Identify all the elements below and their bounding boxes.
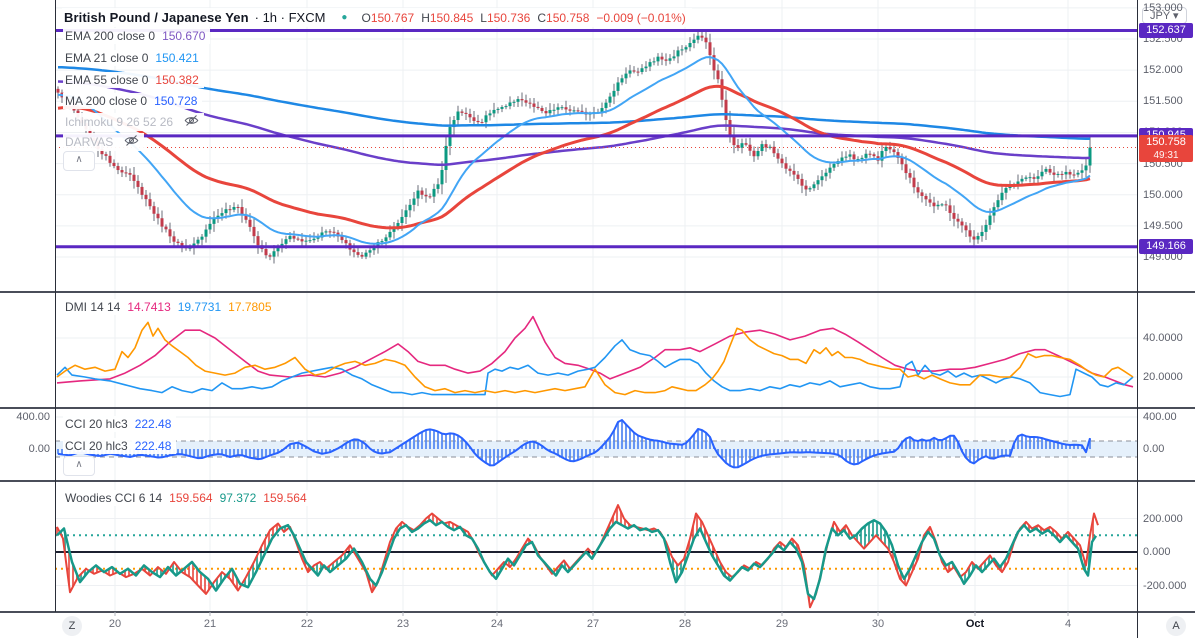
- collapse-legend-button[interactable]: ∧: [63, 151, 95, 171]
- time-label: 23: [396, 618, 410, 630]
- woodies-tick-label: -200.000: [1143, 579, 1187, 592]
- legend-ichimoku[interactable]: Ichimoku 9 26 52 26: [63, 113, 205, 131]
- legend-dmi[interactable]: DMI 14 14 14.7413 19.7731 17.7805: [63, 299, 277, 315]
- market-status-icon: ●: [341, 11, 348, 23]
- legend-woodies[interactable]: Woodies CCI 6 14 159.564 97.372 159.564: [63, 490, 312, 506]
- time-label: 21: [203, 618, 217, 630]
- symbol-interval: · 1h · FXCM: [254, 10, 326, 25]
- time-label: 29: [775, 618, 789, 630]
- collapse-cci-legend-button[interactable]: ∧: [63, 456, 95, 476]
- price-tick-label: 149.500: [1143, 219, 1183, 232]
- time-label: 4: [1064, 618, 1072, 630]
- time-label: 28: [678, 618, 692, 630]
- cci-tick-label: 0.00: [1143, 443, 1165, 455]
- time-label: 20: [108, 618, 122, 630]
- change-value: −0.009 (−0.01%): [596, 10, 686, 25]
- price-tick-label: 152.000: [1143, 64, 1183, 77]
- trading-chart-app: { "header": { "title": "British Pound / …: [0, 0, 1195, 638]
- dmi-tick-label: 40.0000: [1143, 332, 1183, 344]
- time-label: 24: [490, 618, 504, 630]
- price-tick-label: 150.000: [1143, 188, 1183, 201]
- woodies-tick-label: 200.000: [1143, 512, 1183, 525]
- timezone-button[interactable]: Z: [62, 616, 82, 636]
- dmi-tick-label: 20.0000: [1143, 371, 1183, 383]
- time-label: Oct: [965, 618, 985, 630]
- legend-darvas[interactable]: DARVAS: [63, 133, 145, 151]
- ohlc-values: O150.767 H150.845 L150.736 C150.758 −0.0…: [361, 10, 686, 25]
- symbol-header[interactable]: British Pound / Japanese Yen · 1h · FXCM…: [62, 8, 692, 27]
- cci-left-tick-label: 400.00: [16, 411, 50, 423]
- legend-ema55[interactable]: EMA 55 close 0 150.382: [63, 72, 204, 88]
- cci-tick-label: 400.00: [1143, 411, 1177, 423]
- auto-scale-button[interactable]: A: [1166, 616, 1186, 636]
- eye-off-icon[interactable]: [184, 114, 199, 130]
- current-price-badge: 150.758 49:31: [1139, 134, 1193, 162]
- price-level-badge: 152.637: [1139, 22, 1193, 38]
- legend-ma200[interactable]: MA 200 close 0 150.728: [63, 93, 203, 109]
- eye-off-icon[interactable]: [124, 134, 139, 150]
- legend-cci-2[interactable]: CCI 20 hlc3 222.48: [63, 438, 177, 454]
- cci-left-tick-label: 0.00: [28, 443, 50, 455]
- price-tick-label: 151.500: [1143, 95, 1183, 108]
- time-label: 27: [586, 618, 600, 630]
- price-level-badge: 149.166: [1139, 239, 1193, 255]
- price-tick-label: 153.000: [1143, 1, 1183, 14]
- legend-cci-1[interactable]: CCI 20 hlc3 222.48: [63, 416, 177, 432]
- legend-ema21[interactable]: EMA 21 close 0 150.421: [63, 50, 204, 66]
- time-label: 22: [300, 618, 314, 630]
- legend-ema200[interactable]: EMA 200 close 0 150.670: [63, 28, 211, 44]
- woodies-tick-label: 0.000: [1143, 546, 1171, 558]
- symbol-title: British Pound / Japanese Yen: [64, 10, 249, 25]
- time-label: 30: [871, 618, 885, 630]
